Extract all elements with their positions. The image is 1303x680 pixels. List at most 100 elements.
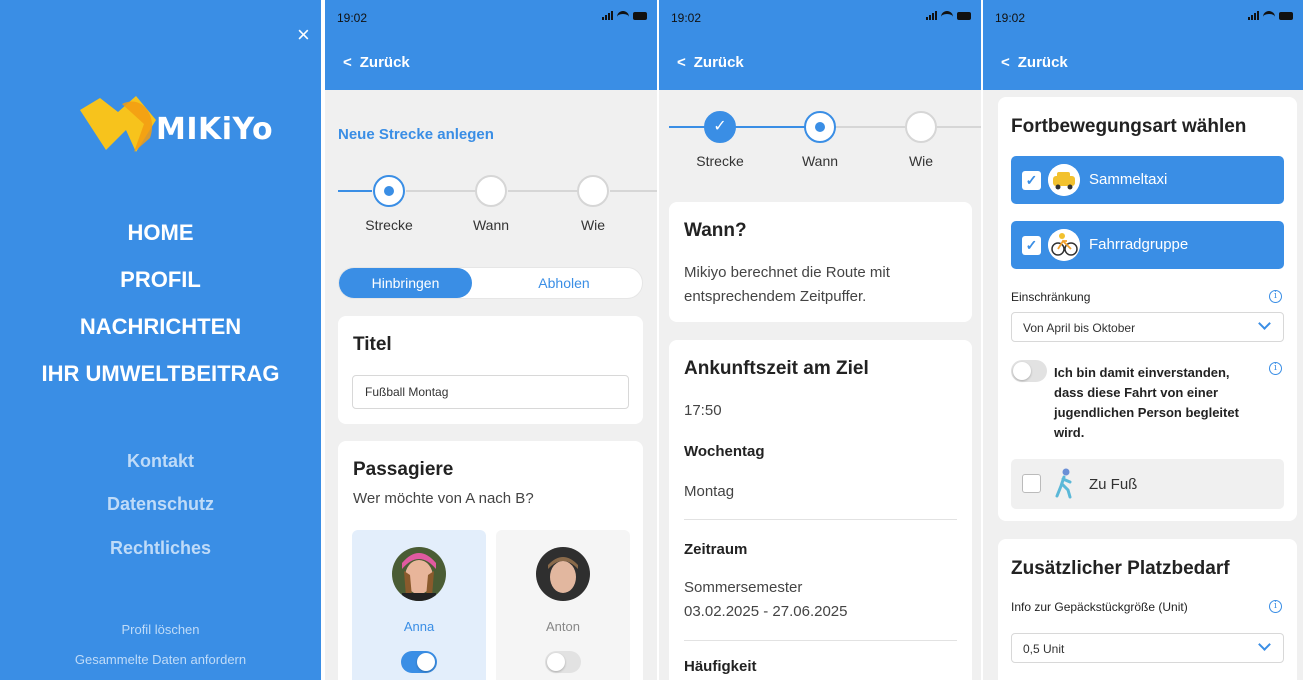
title-card: Titel: [338, 316, 643, 424]
when-title: Wann?: [684, 220, 747, 241]
nav-bar: < Zurück: [325, 40, 657, 90]
title-input[interactable]: [352, 375, 629, 409]
restriction-select[interactable]: Von April bis Oktober: [1011, 312, 1284, 342]
frequency-label: Häufigkeit: [684, 658, 757, 675]
menu-item-umweltbeitrag[interactable]: IHR UMWELTBEITRAG: [0, 361, 321, 387]
nav-bar: < Zurück: [659, 40, 981, 90]
luggage-value: 0,5 Unit: [1023, 642, 1065, 656]
step-label: Wann: [801, 153, 839, 169]
checkbox-checked-icon[interactable]: ✓: [1022, 236, 1041, 255]
direction-segmented-control: Hinbringen Abholen: [338, 267, 643, 299]
step-wann[interactable]: [475, 175, 507, 207]
back-label: Zurück: [693, 54, 744, 71]
menu-item-nachrichten[interactable]: NACHRICHTEN: [0, 314, 321, 340]
step-label: Wie: [908, 153, 934, 169]
weekday-value[interactable]: Montag: [684, 480, 734, 504]
status-icons: [926, 11, 971, 20]
status-icons: [1248, 11, 1293, 20]
menu-item-rechtliches[interactable]: Rechtliches: [0, 538, 321, 559]
screen-when: 19:02 < Zurück ✓ Strecke Wann Wie Wann? M…: [659, 0, 981, 680]
menu-item-profil[interactable]: PROFIL: [0, 267, 321, 293]
consent-toggle[interactable]: [1011, 360, 1047, 382]
menu-item-datenschutz[interactable]: Datenschutz: [0, 494, 321, 515]
period-label: Zeitraum: [684, 541, 748, 558]
arrival-card: Ankunftszeit am Ziel 17:50 Wochentag Mon…: [669, 340, 972, 680]
menu-item-kontakt[interactable]: Kontakt: [0, 451, 321, 472]
segment-abholen[interactable]: Abholen: [489, 268, 639, 298]
delete-profile-link[interactable]: Profil löschen: [0, 622, 321, 637]
battery-icon: [633, 12, 647, 20]
step-wie[interactable]: [577, 175, 609, 207]
status-bar: 19:02: [983, 0, 1303, 40]
passengers-question: Wer möchte von A nach B?: [353, 490, 534, 507]
status-time: 19:02: [337, 11, 368, 25]
signal-icon: [602, 11, 613, 20]
checkbox-unchecked-icon[interactable]: [1022, 474, 1041, 493]
step-label: Wie: [580, 217, 606, 233]
period-name[interactable]: Sommersemester: [684, 576, 802, 600]
when-description: Mikiyo berechnet die Route mit entsprech…: [684, 264, 890, 305]
step-wann[interactable]: [804, 111, 836, 143]
bicycle-icon: [1048, 229, 1080, 261]
close-icon[interactable]: ×: [297, 24, 310, 46]
back-label: Zurück: [359, 54, 410, 71]
passengers-label: Passagiere: [353, 459, 454, 480]
nav-bar: < Zurück: [983, 40, 1303, 90]
passenger-toggle[interactable]: [401, 651, 437, 673]
period-dates[interactable]: 03.02.2025 - 27.06.2025: [684, 600, 847, 624]
step-strecke[interactable]: [373, 175, 405, 207]
status-time: 19:02: [995, 11, 1026, 25]
segment-hinbringen[interactable]: Hinbringen: [339, 268, 472, 298]
consent-text: Ich bin damit einverstanden, dass diese …: [1054, 365, 1239, 440]
passenger-card-anna[interactable]: Anna: [352, 530, 486, 680]
transport-mode-card: Fortbewegungsart wählen ✓ Sammeltaxi ✓ F…: [998, 97, 1297, 521]
wifi-icon: [941, 11, 953, 20]
checkbox-checked-icon[interactable]: ✓: [1022, 171, 1041, 190]
stepper-line: [406, 190, 476, 192]
when-info-card: Wann? Mikiyo berechnet die Route mit ent…: [669, 202, 972, 322]
stepper-line: [669, 126, 705, 128]
step-label: Strecke: [365, 217, 413, 233]
info-icon[interactable]: i: [1269, 290, 1282, 303]
info-icon[interactable]: i: [1269, 362, 1282, 375]
battery-icon: [1279, 12, 1293, 20]
passenger-name: Anna: [403, 619, 435, 634]
battery-icon: [957, 12, 971, 20]
check-icon[interactable]: ✓: [704, 111, 736, 143]
option-label: Fahrradgruppe: [1089, 236, 1189, 253]
title-label: Titel: [353, 334, 392, 355]
luggage-select[interactable]: 0,5 Unit: [1011, 633, 1284, 663]
step-wie[interactable]: [905, 111, 937, 143]
request-data-link[interactable]: Gesammelte Daten anfordern: [0, 652, 321, 667]
walking-person-icon: [1055, 468, 1072, 499]
back-button[interactable]: < Zurück: [1001, 54, 1068, 71]
option-fahrradgruppe[interactable]: ✓ Fahrradgruppe: [1011, 221, 1284, 269]
menu-item-home[interactable]: HOME: [0, 220, 321, 246]
brand-name: MIKiYo: [156, 112, 274, 147]
back-button[interactable]: < Zurück: [343, 54, 410, 71]
info-icon[interactable]: i: [1269, 600, 1282, 613]
passenger-toggle[interactable]: [545, 651, 581, 673]
option-zu-fuss[interactable]: Zu Fuß: [1011, 459, 1284, 509]
stepper-line: [735, 126, 805, 128]
chevron-left-icon: <: [1001, 54, 1010, 71]
taxi-icon: [1048, 164, 1080, 196]
back-button[interactable]: < Zurück: [677, 54, 744, 71]
step-label: Strecke: [696, 153, 744, 169]
signal-icon: [1248, 11, 1259, 20]
stepper-line: [610, 190, 657, 192]
status-bar: 19:02: [659, 0, 981, 40]
screen-how: 19:02 < Zurück Fortbewegungsart wählen ✓ …: [983, 0, 1303, 680]
arrival-time[interactable]: 17:50: [684, 399, 722, 423]
passengers-card: Passagiere Wer möchte von A nach B? Anna…: [338, 441, 643, 680]
divider: [684, 640, 957, 641]
option-label: Sammeltaxi: [1089, 171, 1168, 188]
passenger-card-anton[interactable]: Anton: [496, 530, 630, 680]
screen-route: 19:02 < Zurück Neue Strecke anlegen Strec…: [325, 0, 657, 680]
stepper-line: [835, 126, 905, 128]
stepper-line: [937, 126, 981, 128]
option-sammeltaxi[interactable]: ✓ Sammeltaxi: [1011, 156, 1284, 204]
wifi-icon: [1263, 11, 1275, 20]
status-icons: [602, 11, 647, 20]
chevron-down-icon: [1258, 638, 1271, 651]
